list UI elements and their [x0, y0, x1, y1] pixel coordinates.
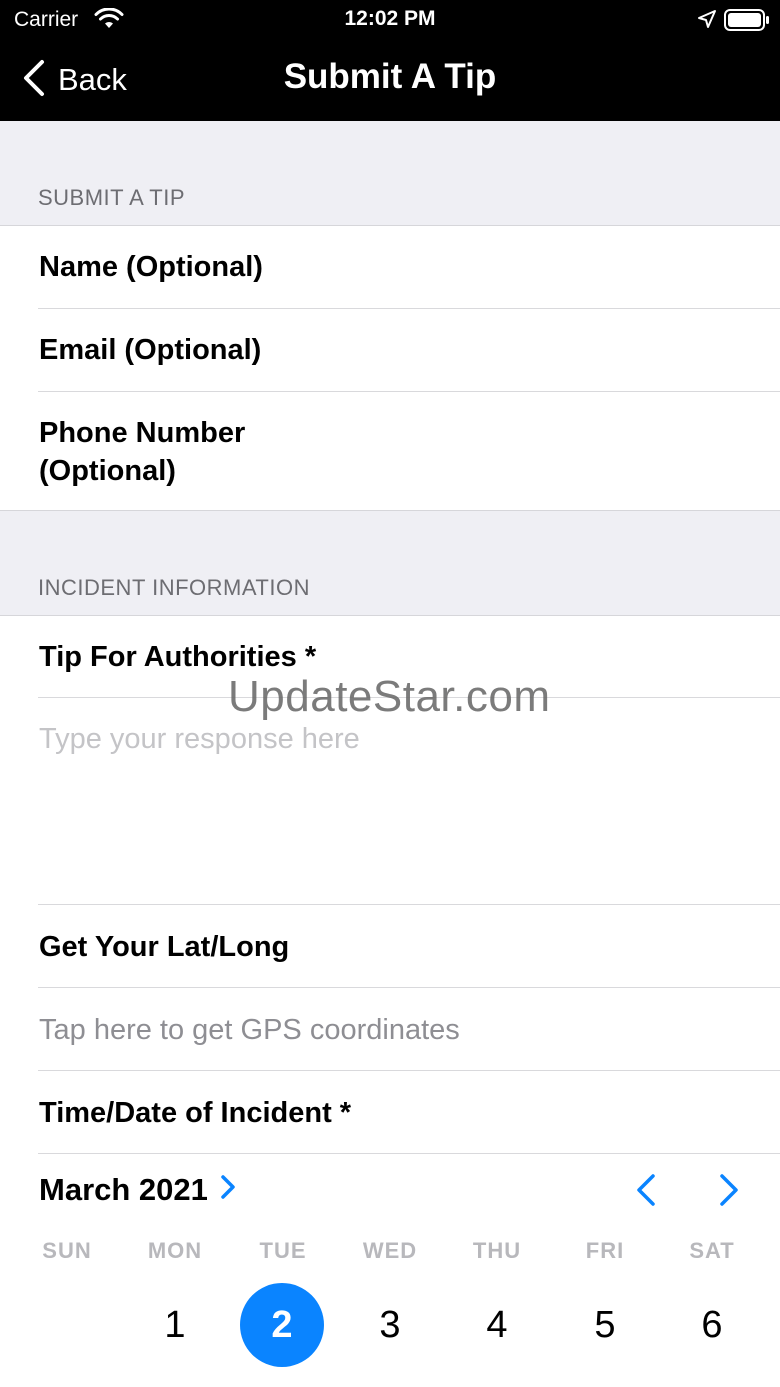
calendar-day-selected[interactable]: 2	[240, 1283, 324, 1367]
chevron-left-icon	[633, 1174, 659, 1211]
section-title: INCIDENT INFORMATION	[38, 575, 310, 600]
calendar-day[interactable]: 6	[670, 1283, 754, 1367]
weekday-label: WED	[362, 1238, 418, 1263]
page-title: Submit A Tip	[283, 57, 497, 96]
calendar-day[interactable]: 3	[348, 1283, 432, 1367]
calendar-day[interactable]: 4	[455, 1283, 539, 1367]
chevron-right-icon	[220, 1171, 236, 1209]
weekday-label: FRI	[585, 1238, 625, 1263]
datetime-row: Time/Date of Incident *	[0, 1071, 780, 1153]
month-picker-button[interactable]: March 2021	[39, 1171, 236, 1209]
phone-field[interactable]: Phone Number (Optional)	[0, 392, 780, 510]
weekday-label: MON	[147, 1238, 203, 1263]
divider	[38, 987, 780, 988]
phone-label: Phone Number	[39, 417, 246, 449]
tip-label: Tip For Authorities *	[39, 641, 317, 673]
email-field[interactable]: Email (Optional)	[0, 309, 780, 391]
section-header-incident: INCIDENT INFORMATION	[0, 510, 780, 616]
calendar-day[interactable]: 1	[133, 1283, 217, 1367]
section-title: SUBMIT A TIP	[38, 185, 186, 210]
divider	[38, 1153, 780, 1154]
gps-coordinates-button[interactable]: Tap here to get GPS coordinates	[39, 1011, 460, 1049]
latlong-label: Get Your Lat/Long	[39, 931, 290, 963]
weekday-label: SAT	[689, 1238, 735, 1263]
navigation-bar: Back Submit A Tip	[0, 40, 780, 121]
battery-icon	[724, 9, 770, 36]
tip-textarea[interactable]: Type your response here	[39, 720, 759, 890]
previous-month-button[interactable]	[633, 1173, 659, 1212]
name-field[interactable]: Name (Optional)	[0, 226, 780, 308]
phone-label-optional: (Optional)	[39, 455, 176, 487]
section-header-submit-tip: SUBMIT A TIP	[0, 121, 780, 226]
month-label: March 2021	[39, 1172, 208, 1207]
divider	[38, 697, 780, 698]
chevron-right-icon	[716, 1174, 742, 1211]
weekday-label: TUE	[259, 1238, 307, 1263]
calendar-day[interactable]: 5	[563, 1283, 647, 1367]
status-time: 12:02 PM	[344, 7, 436, 30]
weekday-label: SUN	[42, 1238, 92, 1263]
weekday-label: THU	[472, 1238, 522, 1263]
datetime-label: Time/Date of Incident *	[39, 1097, 352, 1129]
latlong-row: Get Your Lat/Long	[0, 905, 780, 987]
next-month-button[interactable]	[716, 1173, 742, 1212]
tip-label-row: Tip For Authorities *	[0, 616, 780, 698]
status-bar: Carrier 12:02 PM	[0, 0, 780, 40]
location-arrow-icon	[697, 9, 717, 34]
name-label: Name (Optional)	[39, 251, 263, 283]
email-label: Email (Optional)	[39, 334, 262, 366]
